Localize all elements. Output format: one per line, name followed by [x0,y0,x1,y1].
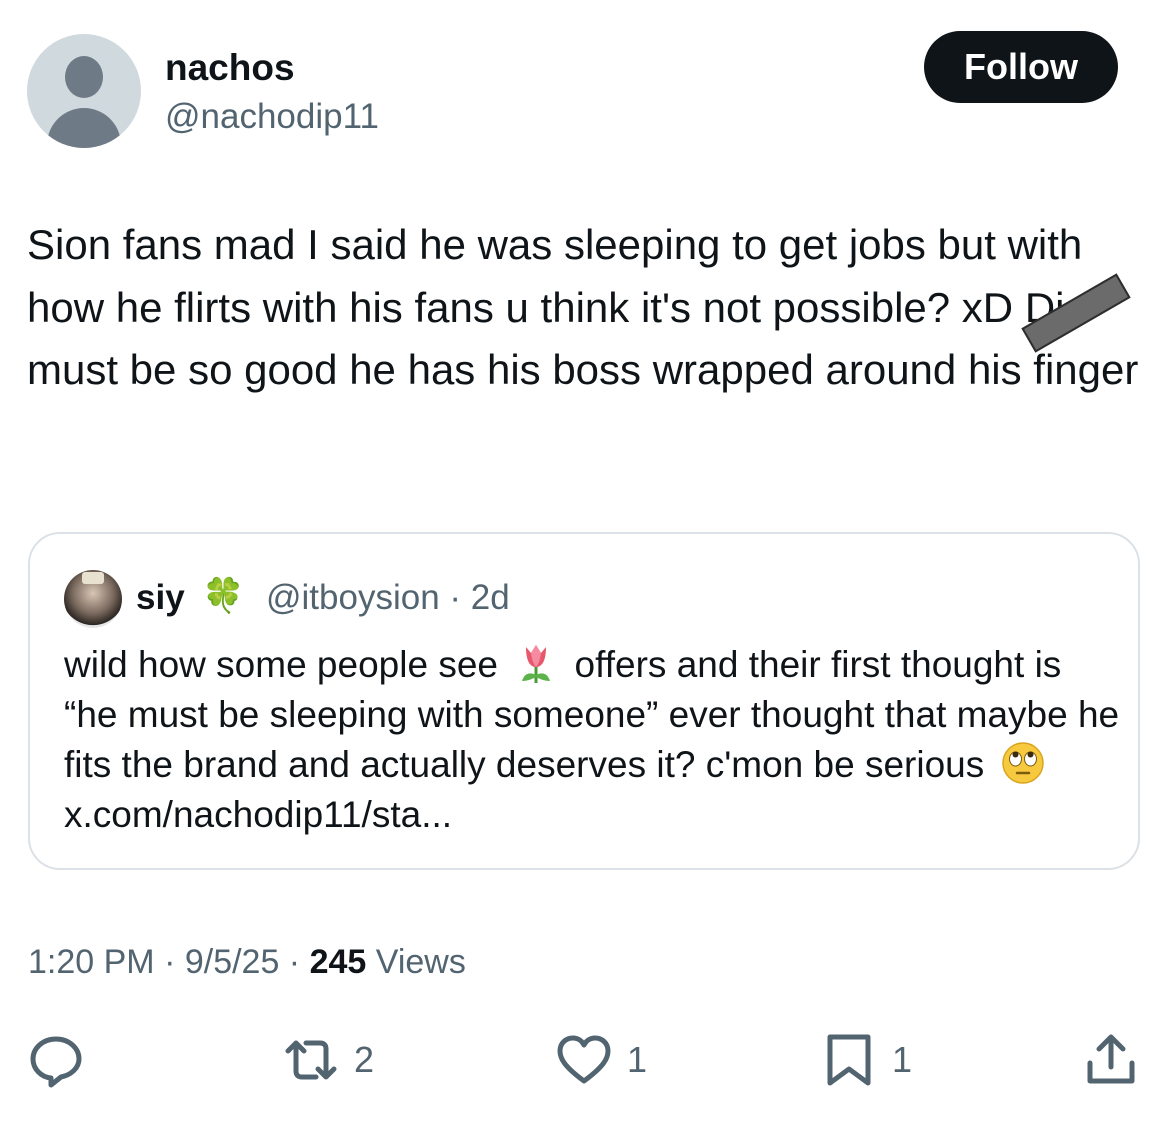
quoted-author-meta[interactable]: @itboysion · 2d [266,578,510,618]
reply-icon [30,1036,82,1088]
quoted-tweet-card[interactable]: siy 🍀 @itboysion · 2d wild how some peop… [28,532,1140,870]
bookmark-count: 1 [892,1039,913,1080]
tweet-text: Sion fans mad I said he was sleeping to … [27,214,1152,402]
redacted-word: Di [1021,272,1131,353]
eye-roll-icon [1001,742,1044,784]
quoted-tweet-link[interactable]: x.com/nachodip11/sta... [64,794,452,835]
share-button[interactable] [1082,1030,1140,1090]
views-label: Views [375,943,466,981]
views-count: 245 [309,943,367,981]
repost-count: 2 [354,1039,375,1080]
follow-button[interactable]: Follow [924,31,1118,103]
quoted-author-name[interactable]: siy [136,578,185,618]
quoted-author-avatar[interactable] [64,570,122,628]
repost-button[interactable]: 2 [282,1030,374,1090]
quoted-tweet-text: wild how some people see offers and thei… [64,640,1124,840]
tweet-text-end: must be so good he has his boss wrapped … [27,346,1139,393]
clover-emoji: 🍀 [202,577,245,615]
bookmark-button[interactable]: 1 [820,1030,912,1090]
author-display-name[interactable]: nachos [165,46,295,90]
bookmark-icon [827,1034,871,1086]
like-count: 1 [627,1039,648,1080]
time-date[interactable]: 1:20 PM · 9/5/25 · [28,943,310,981]
heart-icon [557,1035,611,1084]
tweet-text-start: Sion fans mad I said he was sleeping to … [27,221,1083,331]
author-avatar[interactable] [27,34,141,148]
reply-button[interactable] [27,1030,85,1090]
like-button[interactable]: 1 [555,1030,647,1090]
author-handle[interactable]: @nachodip11 [165,96,379,138]
share-icon [1087,1034,1135,1084]
tweet-timestamp: 1:20 PM · 9/5/25 · 245 Views [28,940,466,984]
tulip-icon [522,645,551,683]
repost-icon [285,1040,337,1080]
